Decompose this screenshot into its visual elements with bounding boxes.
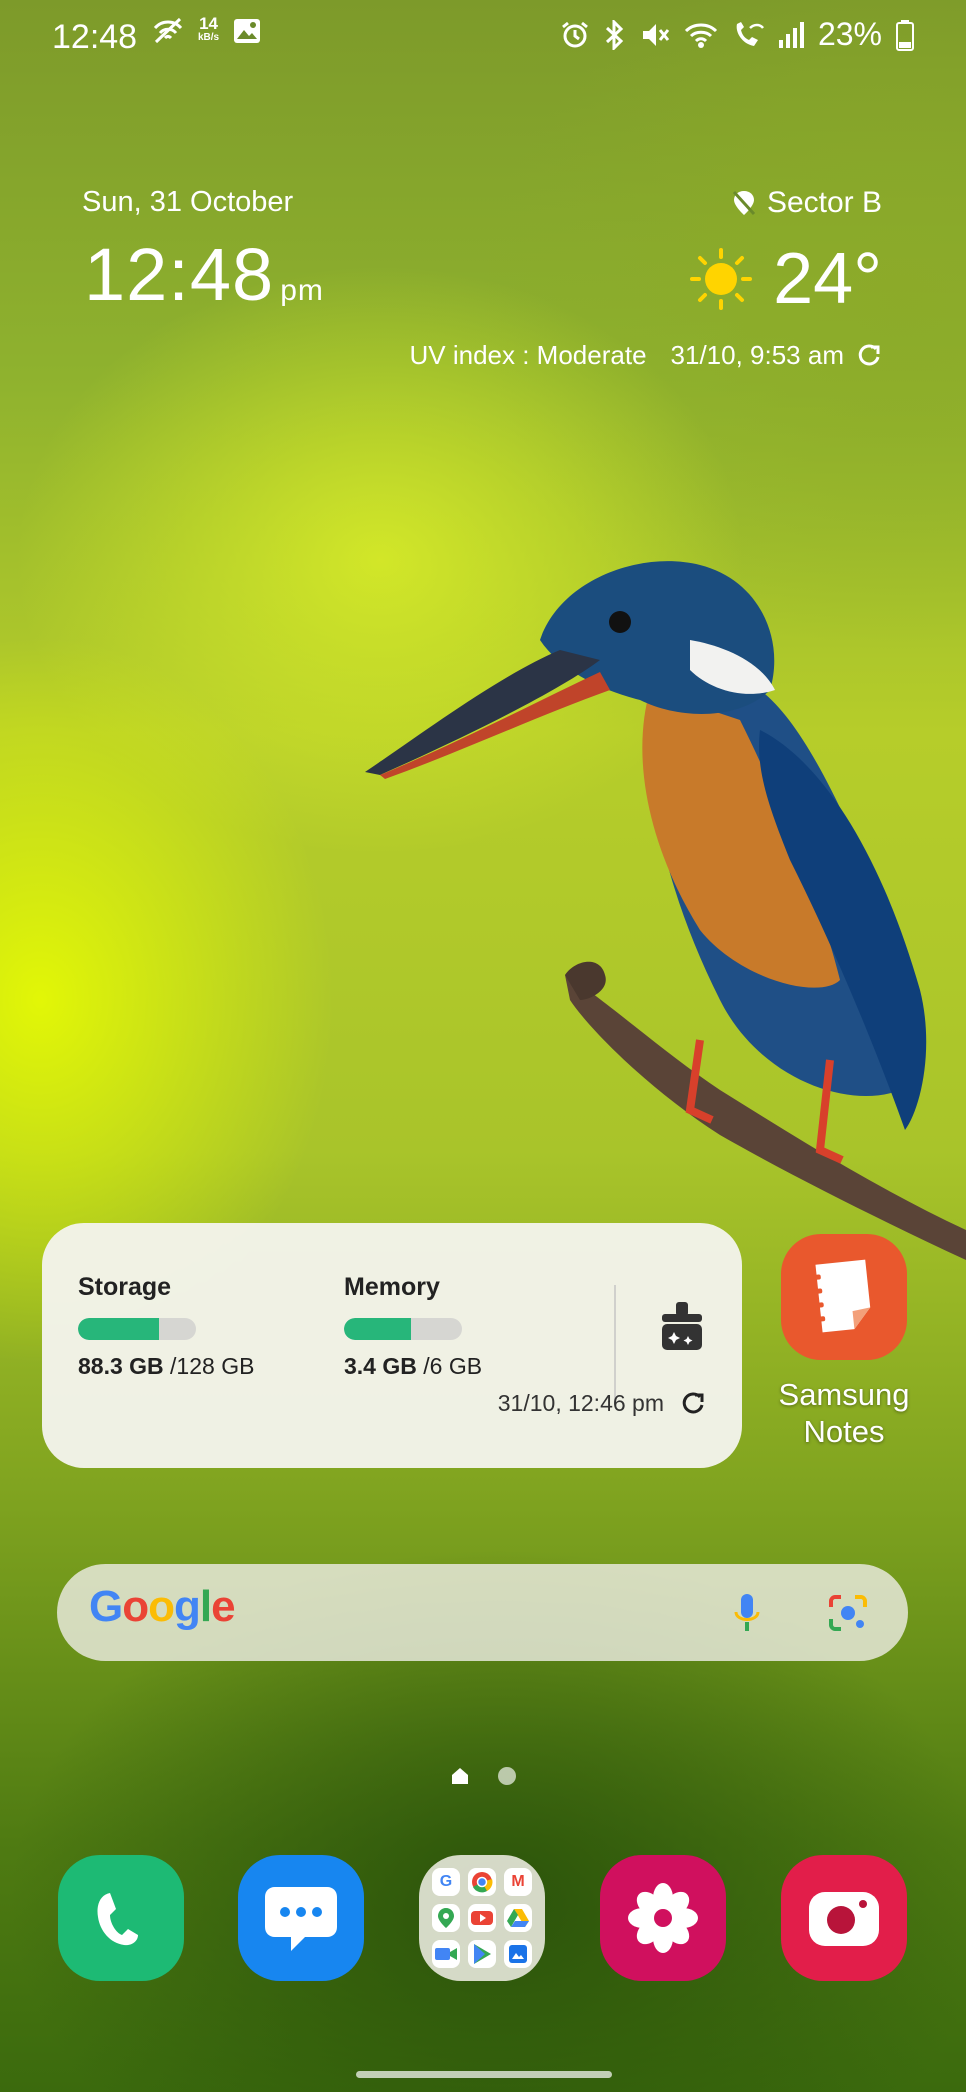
clean-brush-icon[interactable] — [654, 1300, 710, 1356]
google-apps-folder[interactable]: G M — [419, 1855, 545, 1981]
home-page-indicator-icon[interactable] — [450, 1766, 470, 1786]
voice-search-mic-icon[interactable] — [733, 1592, 761, 1634]
storage-bar-fill — [78, 1318, 160, 1340]
gesture-nav-bar[interactable] — [356, 2071, 612, 2078]
storage-value: 88.3 GB /128 GB — [78, 1353, 254, 1380]
device-care-updated[interactable]: 31/10, 12:46 pm — [498, 1390, 706, 1417]
battery-percent: 23% — [817, 16, 882, 52]
memory-total: /6 GB — [423, 1353, 483, 1379]
alarm-icon — [562, 21, 588, 47]
widget-date[interactable]: Sun, 31 October — [82, 186, 293, 219]
wifi-icon — [684, 23, 718, 48]
widget-divider — [614, 1285, 616, 1403]
phone-app-icon[interactable] — [58, 1855, 184, 1981]
weather-updated: 31/10, 9:53 am — [670, 340, 844, 370]
mute-icon — [642, 23, 670, 46]
bluetooth-icon — [605, 19, 624, 50]
storage-bar — [78, 1318, 196, 1340]
net-speed-unit: kB/s — [198, 32, 220, 43]
storage-used: 88.3 GB — [78, 1353, 164, 1379]
memory-bar — [344, 1318, 462, 1340]
net-speed-icon: 14 kB/s — [198, 15, 220, 45]
storage-label: Storage — [78, 1273, 172, 1301]
play-store-icon — [468, 1940, 496, 1968]
location-icon — [732, 190, 756, 216]
messages-app-icon[interactable] — [238, 1855, 364, 1981]
wifi-off-icon — [153, 17, 183, 44]
camera-app-icon[interactable] — [781, 1855, 907, 1981]
camera-icon — [809, 1892, 879, 1946]
chrome-icon — [468, 1868, 496, 1896]
refresh-icon[interactable] — [680, 1391, 706, 1417]
drive-icon — [504, 1904, 532, 1932]
memory-bar-fill — [344, 1318, 412, 1340]
phone-icon — [97, 1893, 138, 1946]
widget-clock-time: 12:48 — [84, 233, 275, 316]
widget-clock-ampm: pm — [280, 274, 324, 307]
google-lens-icon[interactable] — [827, 1593, 869, 1633]
weather-location[interactable]: Sector B — [731, 186, 882, 220]
maps-icon — [432, 1904, 460, 1932]
memory-label: Memory — [344, 1273, 440, 1301]
google-logo: Google — [89, 1582, 236, 1631]
storage-total: /128 GB — [170, 1353, 255, 1379]
device-care-updated-time: 31/10, 12:46 pm — [497, 1390, 664, 1416]
notes-icon — [810, 1259, 871, 1333]
memory-value: 3.4 GB /6 GB — [344, 1353, 482, 1380]
gmail-icon: M — [504, 1868, 532, 1896]
samsung-notes-app-icon[interactable] — [781, 1234, 907, 1360]
google-search-bar[interactable]: Google — [57, 1564, 908, 1661]
image-icon — [234, 19, 261, 43]
weather-temperature: 24° — [773, 239, 882, 319]
memory-used: 3.4 GB — [344, 1353, 417, 1379]
widget-clock[interactable]: 12:48 pm — [84, 232, 324, 317]
google-app-icon: G — [432, 1868, 460, 1896]
weather-temp[interactable]: 24° — [689, 238, 882, 320]
photos-icon — [504, 1940, 532, 1968]
refresh-icon[interactable] — [856, 343, 882, 369]
page-indicator-dot[interactable] — [498, 1767, 516, 1785]
weather-details[interactable]: UV index : Moderate 31/10, 9:53 am — [410, 340, 882, 371]
gallery-app-icon[interactable] — [600, 1855, 726, 1981]
device-care-widget[interactable]: Storage 88.3 GB /128 GB Memory 3.4 GB /6… — [42, 1223, 742, 1468]
signal-icon — [778, 21, 804, 48]
google-folder-icon: G M — [432, 1868, 532, 1968]
samsung-notes-label[interactable]: Samsung Notes — [756, 1376, 932, 1450]
messages-icon — [265, 1887, 337, 1951]
battery-icon — [896, 19, 914, 51]
youtube-icon — [468, 1904, 496, 1932]
weather-uv: UV index : Moderate — [409, 340, 647, 370]
status-time: 12:48 — [52, 18, 138, 56]
gallery-icon — [628, 1883, 698, 1953]
weather-location-name: Sector B — [766, 186, 882, 219]
sun-icon — [690, 248, 753, 310]
meet-icon — [432, 1940, 460, 1968]
wifi-calling-icon — [736, 21, 764, 46]
